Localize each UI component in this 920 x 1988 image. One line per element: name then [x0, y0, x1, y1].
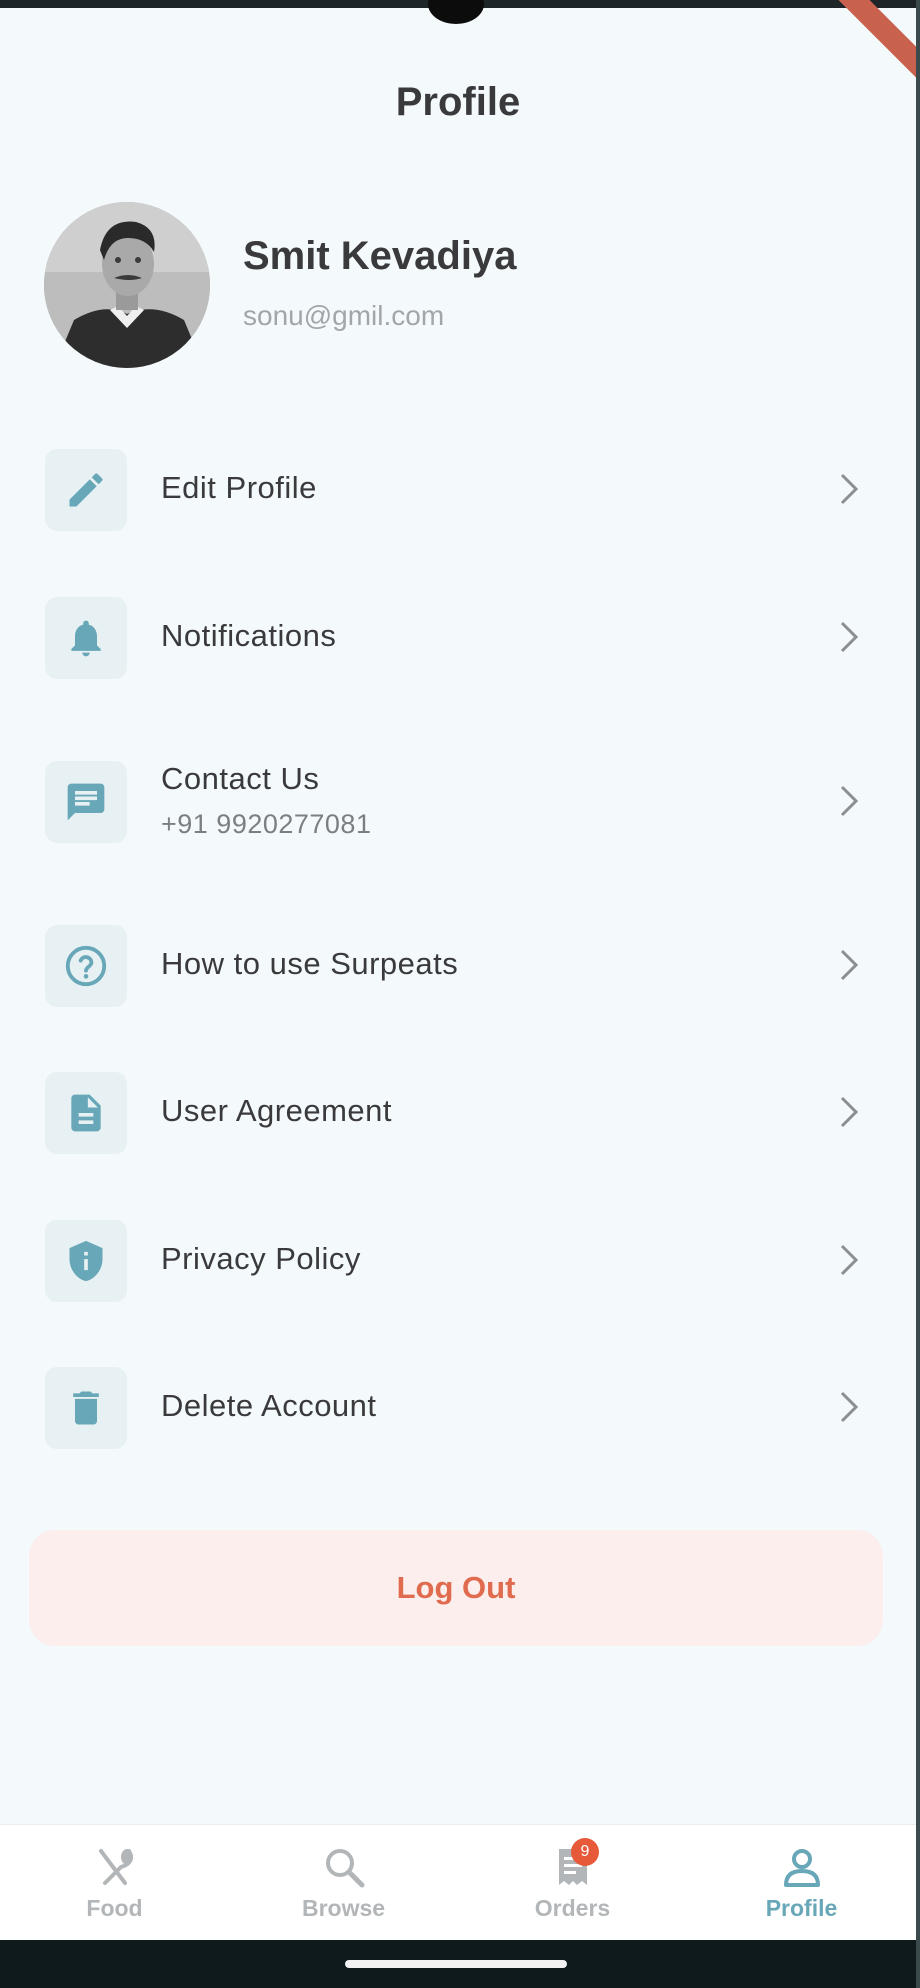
- contact-phone: +91 9920277081: [161, 809, 372, 839]
- chevron-right-icon: [840, 949, 859, 981]
- camera-notch: [428, 0, 484, 24]
- nav-item-browse[interactable]: Browse: [229, 1825, 458, 1940]
- home-indicator[interactable]: [345, 1960, 567, 1968]
- document-icon: [45, 1072, 127, 1154]
- user-email: sonu@gmil.com: [243, 300, 445, 331]
- menu-item-delete-account[interactable]: Delete Account: [0, 1352, 916, 1462]
- utensils-icon: [98, 1849, 133, 1885]
- nav-item-orders[interactable]: Orders: [458, 1825, 687, 1940]
- menu-item-privacy-policy[interactable]: Privacy Policy: [0, 1205, 916, 1315]
- page-title: Profile: [395, 80, 521, 124]
- screen-edge: [916, 0, 920, 1988]
- menu-item-edit-profile[interactable]: Edit Profile: [0, 434, 916, 544]
- trash-icon: [45, 1367, 127, 1449]
- menu-label: User Agreement: [161, 1093, 392, 1128]
- pencil-icon: [45, 449, 127, 531]
- logout-button[interactable]: Log Out: [29, 1530, 883, 1646]
- nav-label: Food: [86, 1895, 143, 1921]
- nav-item-food[interactable]: Food: [0, 1825, 229, 1940]
- search-icon: [325, 1849, 364, 1888]
- shield-icon: [45, 1220, 127, 1302]
- help-circle-icon: [45, 925, 127, 1007]
- chat-icon: [45, 761, 127, 843]
- menu-item-notifications[interactable]: Notifications: [0, 582, 916, 692]
- bell-icon: [45, 597, 127, 679]
- person-icon: [783, 1849, 820, 1887]
- menu-label: How to use Surpeats: [161, 946, 459, 981]
- nav-label: Profile: [765, 1895, 838, 1921]
- menu-label: Contact Us: [161, 761, 320, 796]
- chevron-right-icon: [840, 1244, 859, 1276]
- menu-label: Edit Profile: [161, 470, 317, 505]
- chevron-right-icon: [840, 785, 859, 817]
- debug-ribbon: [822, 0, 916, 90]
- menu-item-contact-us[interactable]: Contact Us +91 9920277081: [0, 746, 916, 856]
- avatar: [44, 202, 210, 368]
- menu-label: Delete Account: [161, 1388, 377, 1423]
- chevron-right-icon: [840, 1391, 859, 1423]
- chevron-right-icon: [840, 1096, 859, 1128]
- menu-item-how-to-use[interactable]: How to use Surpeats: [0, 910, 916, 1020]
- user-name: Smit Kevadiya: [243, 234, 517, 278]
- nav-label: Browse: [301, 1895, 386, 1921]
- nav-item-profile[interactable]: Profile: [687, 1825, 916, 1940]
- chevron-right-icon: [840, 621, 859, 653]
- menu-item-user-agreement[interactable]: User Agreement: [0, 1057, 916, 1167]
- orders-badge: 9: [571, 1838, 599, 1866]
- menu-label: Notifications: [161, 618, 337, 653]
- nav-label: Orders: [534, 1895, 611, 1921]
- menu-label: Privacy Policy: [161, 1241, 361, 1276]
- chevron-right-icon: [840, 473, 859, 505]
- bottom-navigation: Food Browse Orders Profile: [0, 1824, 916, 1940]
- profile-screen: Profile Smit Kevadiya sonu@gmil.com Edit…: [0, 0, 916, 1940]
